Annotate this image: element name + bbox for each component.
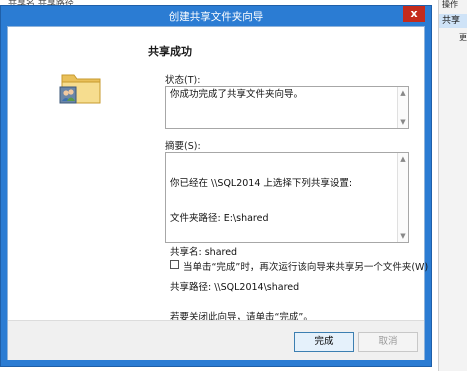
summary-line: 共享路径: \\SQL2014\shared <box>170 281 300 293</box>
status-label: 状态(T): <box>165 75 201 86</box>
actions-pane-header: 操作 <box>442 0 458 9</box>
close-button[interactable]: x <box>403 6 425 22</box>
scroll-down-icon[interactable]: ▼ <box>398 231 408 241</box>
scroll-up-icon[interactable]: ▲ <box>398 154 408 164</box>
summary-textbox[interactable]: 你已经在 \\SQL2014 上选择下列共享设置: 文件夹路径: E:\shar… <box>165 152 409 293</box>
scroll-down-icon[interactable]: ▼ <box>398 117 408 127</box>
actions-pane-subitem[interactable]: 更 <box>459 32 467 43</box>
status-scrollbar[interactable]: ▲ ▼ <box>397 87 408 128</box>
share-folder-wizard-window: 创建共享文件夹向导 x 共享成功 状态(T): 你成功完成了共享文件夹向导。 ▲… <box>0 5 432 367</box>
summary-scrollbar[interactable]: ▲ ▼ <box>397 153 408 242</box>
summary-line: 文件夹路径: E:\shared <box>170 212 269 224</box>
finish-button[interactable]: 完成 <box>294 332 354 352</box>
summary-line: 共享名: shared <box>170 247 238 258</box>
window-title: 创建共享文件夹向导 <box>168 11 264 23</box>
summary-line: 你已经在 \\SQL2014 上选择下列共享设置: <box>170 178 353 189</box>
status-textbox[interactable]: 你成功完成了共享文件夹向导。 ▲ ▼ <box>165 86 409 129</box>
summary-text: 你已经在 \\SQL2014 上选择下列共享设置: 文件夹路径: E:\shar… <box>170 155 396 316</box>
cancel-button[interactable]: 取消 <box>358 332 418 352</box>
page-title: 共享成功 <box>148 45 192 58</box>
summary-label: 摘要(S): <box>165 141 201 152</box>
titlebar[interactable]: 创建共享文件夹向导 x <box>1 6 431 26</box>
wizard-client-area: 共享成功 状态(T): 你成功完成了共享文件夹向导。 ▲ ▼ 摘要(S): 你已… <box>7 26 428 360</box>
wizard-footer: 完成 取消 <box>8 320 424 360</box>
wizard-side-banner <box>8 27 137 320</box>
shared-folder-icon <box>58 67 104 107</box>
close-icon: x <box>410 7 418 20</box>
actions-pane: 操作 共享 更 <box>438 0 467 371</box>
scroll-up-icon[interactable]: ▲ <box>398 88 408 98</box>
status-text: 你成功完成了共享文件夹向导。 <box>170 89 304 100</box>
wizard-content-panel: 共享成功 状态(T): 你成功完成了共享文件夹向导。 ▲ ▼ 摘要(S): 你已… <box>137 27 428 323</box>
run-again-checkbox[interactable] <box>170 260 179 269</box>
run-again-checkbox-label[interactable]: 当单击“完成”时，再次运行该向导来共享另一个文件夹(W) <box>183 259 428 273</box>
actions-pane-item-shares[interactable]: 共享 <box>439 14 467 28</box>
